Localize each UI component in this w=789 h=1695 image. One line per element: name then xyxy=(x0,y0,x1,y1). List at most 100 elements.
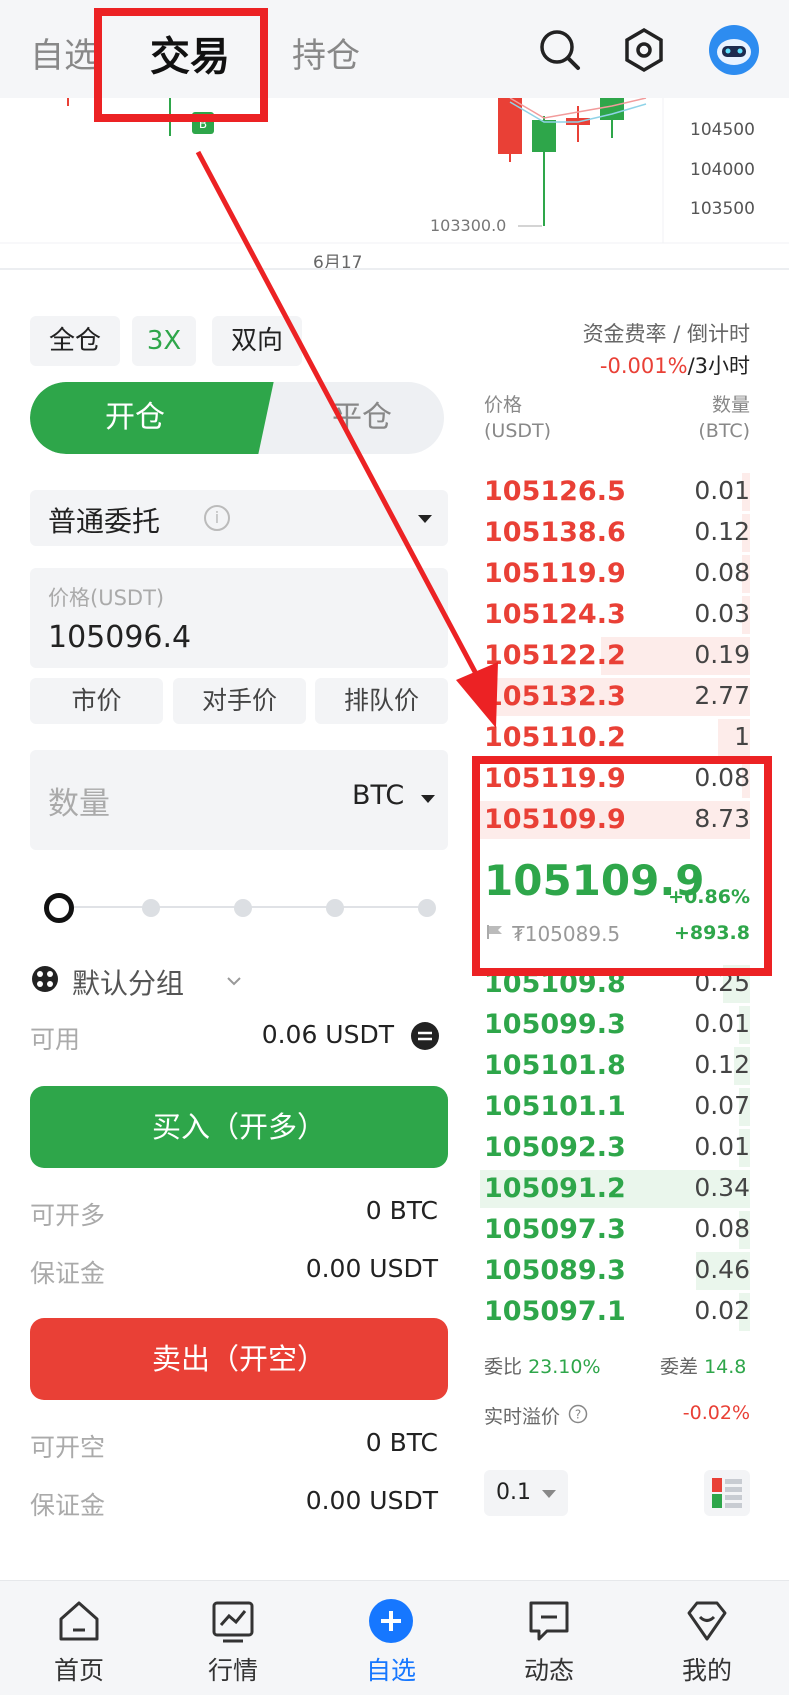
ask-row[interactable]: 105110.2 1 xyxy=(480,718,750,758)
bid-price: 105089.3 xyxy=(484,1255,626,1286)
nav-profile[interactable]: 我的 xyxy=(628,1581,786,1695)
ask-price: 105109.9 xyxy=(484,804,626,835)
bid-qty: 0.01 xyxy=(694,1009,750,1038)
quantity-input[interactable]: 数量 BTC xyxy=(30,750,448,850)
qty-header-label: 数量 xyxy=(711,394,750,416)
bid-qty: 0.25 xyxy=(694,968,750,997)
svg-text:?: ? xyxy=(575,1408,581,1422)
sell-open-short-button[interactable]: 卖出（开空） xyxy=(30,1318,448,1400)
open-tab[interactable]: 开仓 xyxy=(30,382,240,454)
market-price-button[interactable]: 市价 xyxy=(30,678,163,724)
settings-hex-icon[interactable] xyxy=(620,26,668,74)
ask-price: 105119.9 xyxy=(484,558,626,589)
bid-qty: 0.46 xyxy=(694,1255,750,1284)
bid-row[interactable]: 105109.8 0.25 xyxy=(480,964,750,1004)
depth-step-value: 0.1 xyxy=(496,1480,531,1505)
bid-row[interactable]: 105097.1 0.02 xyxy=(480,1292,750,1332)
ask-row[interactable]: 105122.2 0.19 xyxy=(480,636,750,676)
ask-qty: 0.12 xyxy=(694,517,750,546)
plus-circle-icon xyxy=(369,1599,413,1643)
tab-watchlist[interactable]: 自选 xyxy=(30,28,98,77)
quantity-unit-select[interactable]: BTC xyxy=(352,780,404,811)
bid-price: 105101.1 xyxy=(484,1091,626,1122)
nav-watchlist[interactable]: 自选 xyxy=(312,1581,470,1695)
ask-qty: 0.19 xyxy=(694,640,750,669)
ask-row[interactable]: 105119.9 0.08 xyxy=(480,759,750,799)
open-close-toggle: 开仓 平仓 xyxy=(30,382,444,454)
price-header-unit: (USDT) xyxy=(484,420,552,442)
bid-diff-label: 委差 xyxy=(660,1356,699,1378)
margin-long-value: 0.00 USDT xyxy=(305,1254,438,1283)
slider-step-25[interactable] xyxy=(142,899,160,917)
bid-row[interactable]: 105101.1 0.07 xyxy=(480,1087,750,1127)
bid-qty: 0.07 xyxy=(694,1091,750,1120)
bid-qty: 0.12 xyxy=(694,1050,750,1079)
nav-home-label: 首页 xyxy=(53,1656,104,1685)
kline-chart[interactable]: B 104500 104000 103500 103300.0 6月17 xyxy=(0,98,789,273)
bid-row[interactable]: 105101.8 0.12 xyxy=(480,1046,750,1086)
bid-price: 105097.1 xyxy=(484,1296,626,1327)
bid-row[interactable]: 105089.3 0.46 xyxy=(480,1251,750,1291)
transfer-icon[interactable] xyxy=(410,1021,440,1051)
market-chart-icon xyxy=(212,1601,254,1643)
bid-qty: 0.08 xyxy=(694,1214,750,1243)
nav-watchlist-label: 自选 xyxy=(365,1656,416,1685)
margin-mode-chip[interactable]: 全仓 xyxy=(30,316,120,366)
bid-price: 105109.8 xyxy=(484,968,626,999)
queue-price-button[interactable]: 排队价 xyxy=(315,678,448,724)
nav-market-label: 行情 xyxy=(207,1656,258,1685)
leverage-chip[interactable]: 3X xyxy=(132,316,196,366)
bid-qty: 0.01 xyxy=(694,1132,750,1161)
slider-step-75[interactable] xyxy=(326,899,344,917)
bid-row[interactable]: 105092.3 0.01 xyxy=(480,1128,750,1168)
book-layout-toggle[interactable] xyxy=(704,1470,750,1516)
nav-feed[interactable]: 动态 xyxy=(470,1581,628,1695)
help-icon[interactable]: ? xyxy=(568,1404,588,1424)
counterparty-price-button[interactable]: 对手价 xyxy=(173,678,306,724)
svg-text:B: B xyxy=(199,117,207,131)
ask-row[interactable]: 105124.3 0.03 xyxy=(480,595,750,635)
bid-row[interactable]: 105091.2 0.34 xyxy=(480,1169,750,1209)
chevron-down-icon xyxy=(421,795,435,803)
margin-short-value: 0.00 USDT xyxy=(305,1486,438,1515)
ask-price: 105122.2 xyxy=(484,640,626,671)
ask-qty: 0.01 xyxy=(694,476,750,505)
position-mode-chip[interactable]: 双向 xyxy=(212,316,302,366)
nav-home[interactable]: 首页 xyxy=(0,1581,158,1695)
chevron-down-icon xyxy=(227,977,241,986)
buy-open-long-button[interactable]: 买入（开多） xyxy=(30,1086,448,1168)
ask-row[interactable]: 105119.9 0.08 xyxy=(480,554,750,594)
can-open-long-value: 0 BTC xyxy=(365,1196,438,1225)
bid-row[interactable]: 105097.3 0.08 xyxy=(480,1210,750,1250)
ask-row[interactable]: 105138.6 0.12 xyxy=(480,513,750,553)
chevron-down-icon xyxy=(542,1490,556,1498)
quantity-slider-knob[interactable] xyxy=(44,893,74,923)
ask-price: 105126.5 xyxy=(484,476,626,507)
order-type-select[interactable]: 普通委托 i xyxy=(30,490,448,546)
price-axis-label: 104000 xyxy=(690,160,755,180)
price-axis-label: 104500 xyxy=(690,120,755,140)
price-input[interactable]: 价格(USDT) 105096.4 xyxy=(30,568,448,668)
ask-row[interactable]: 105109.9 8.73 xyxy=(480,800,750,840)
slider-step-100[interactable] xyxy=(418,899,436,917)
qty-header-unit: (BTC) xyxy=(698,420,750,442)
bid-price: 105099.3 xyxy=(484,1009,626,1040)
search-icon[interactable] xyxy=(536,26,584,74)
info-icon[interactable]: i xyxy=(204,505,230,531)
tab-positions[interactable]: 持仓 xyxy=(292,28,360,77)
bid-row[interactable]: 105099.3 0.01 xyxy=(480,1005,750,1045)
tab-trade[interactable]: 交易 xyxy=(150,24,230,82)
robot-avatar-icon[interactable] xyxy=(708,24,760,76)
bottom-nav: 首页 行情 自选 动态 我的 xyxy=(0,1580,789,1695)
nav-market[interactable]: 行情 xyxy=(154,1581,312,1695)
slider-step-50[interactable] xyxy=(234,899,252,917)
can-open-long-label: 可开多 xyxy=(30,1201,106,1230)
order-type-label: 普通委托 xyxy=(48,505,161,538)
ask-row[interactable]: 105132.3 2.77 xyxy=(480,677,750,717)
close-tab[interactable]: 平仓 xyxy=(280,382,444,454)
price-input-value[interactable]: 105096.4 xyxy=(48,620,191,655)
available-value: 0.06 USDT xyxy=(261,1020,394,1049)
depth-step-select[interactable]: 0.1 xyxy=(484,1470,568,1516)
ask-row[interactable]: 105126.5 0.01 xyxy=(480,472,750,512)
price-column-header: 价格 (USDT) xyxy=(484,392,551,444)
